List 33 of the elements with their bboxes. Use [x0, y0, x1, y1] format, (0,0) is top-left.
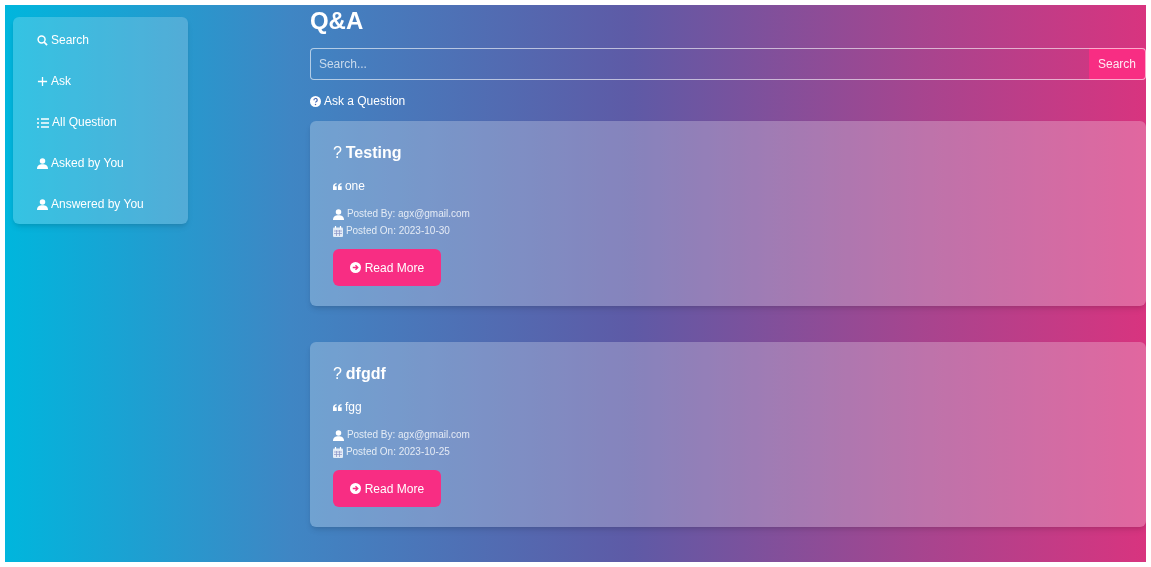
page-title: Q&A: [309, 7, 365, 35]
user-icon: [332, 429, 344, 441]
posted-on-text: Posted On: 2023-10-25: [345, 445, 450, 459]
read-more-button[interactable]: Read More: [332, 249, 441, 286]
arrow-circle-icon: [349, 483, 361, 494]
posted-on-text: Posted On: 2023-10-30: [345, 224, 450, 238]
sidebar-item[interactable]: Asked by You: [37, 153, 124, 174]
question-excerpt: one: [344, 178, 365, 195]
search-icon: [37, 35, 48, 46]
question-title: Testing: [345, 143, 402, 163]
quote-icon: [332, 403, 342, 411]
question-excerpt: fgg: [344, 399, 362, 416]
arrow-circle-icon: [349, 262, 361, 273]
sidebar-item[interactable]: Answered by You: [37, 194, 144, 215]
calendar-icon: [332, 446, 343, 458]
user-icon: [332, 208, 344, 220]
posted-by-text: Posted By: agx@gmail.com: [346, 428, 470, 442]
plus-icon: [37, 76, 48, 87]
read-more-button[interactable]: Read More: [332, 470, 441, 507]
quote-icon: [332, 182, 342, 190]
calendar-icon: [332, 225, 343, 237]
posted-by-text: Posted By: agx@gmail.com: [346, 207, 470, 221]
ask-question-link[interactable]: Ask a Question: [309, 92, 406, 110]
user-icon: [37, 199, 48, 210]
question-circle-icon: [309, 95, 321, 107]
sidebar-item[interactable]: All Question: [37, 112, 117, 133]
question-title: dfgdf: [345, 364, 386, 384]
list-icon: [37, 117, 49, 128]
sidebar-item[interactable]: Search: [37, 30, 90, 51]
sidebar-item[interactable]: Ask: [37, 71, 71, 92]
question-mark: ?: [332, 143, 342, 163]
user-icon: [37, 158, 48, 169]
question-mark: ?: [332, 364, 342, 384]
